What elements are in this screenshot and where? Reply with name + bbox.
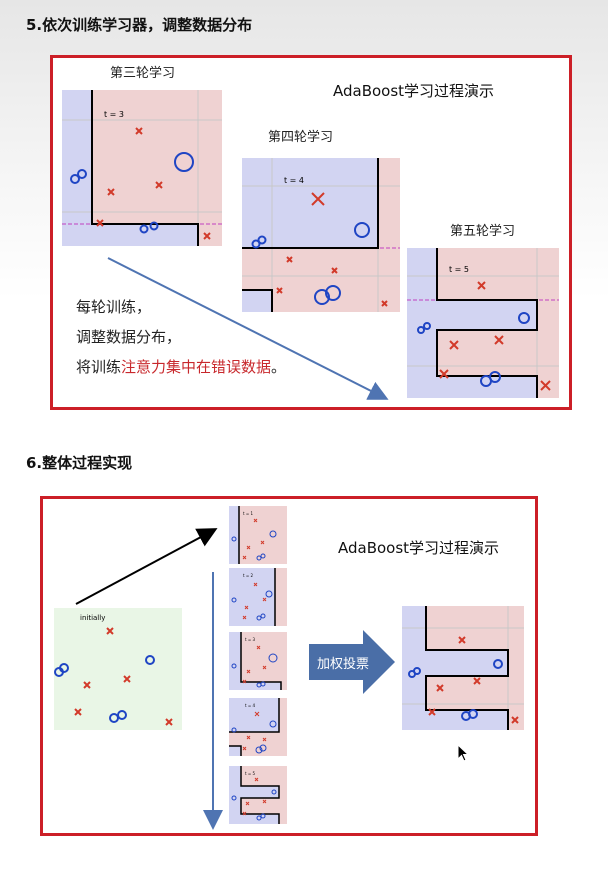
- thumb3-t: t = 3: [245, 637, 255, 642]
- thumb-4: t = 4: [229, 698, 287, 756]
- thumb-1: t = 1: [229, 506, 287, 564]
- text-line1: 每轮训练，: [76, 298, 152, 316]
- section6-heading: 6.整体过程实现: [26, 454, 133, 472]
- text-line3: 将训练注意力集中在错误数据。: [76, 358, 287, 376]
- thumb-3: t = 3: [229, 632, 287, 690]
- thumb-5: t = 5: [229, 766, 287, 824]
- thumb2-t: t = 2: [243, 573, 253, 578]
- thumb-2: t = 2: [229, 568, 287, 626]
- vote-label: 加权投票: [317, 657, 370, 672]
- text-line2: 调整数据分布，: [76, 328, 182, 346]
- mouse-cursor-icon: [457, 744, 470, 762]
- highlight-text: 注意力集中在错误数据: [121, 358, 272, 376]
- final-plot: [402, 606, 524, 730]
- thumb4-t: t = 4: [245, 703, 255, 708]
- thumb5-t: t = 5: [245, 771, 255, 776]
- section6-demo-title: AdaBoost学习过程演示: [338, 539, 500, 557]
- thumb1-t: t = 1: [243, 511, 253, 516]
- section5-text: 每轮训练， 调整数据分布， 将训练注意力集中在错误数据。: [76, 292, 286, 382]
- weighted-vote-arrow: 加权投票: [309, 630, 395, 694]
